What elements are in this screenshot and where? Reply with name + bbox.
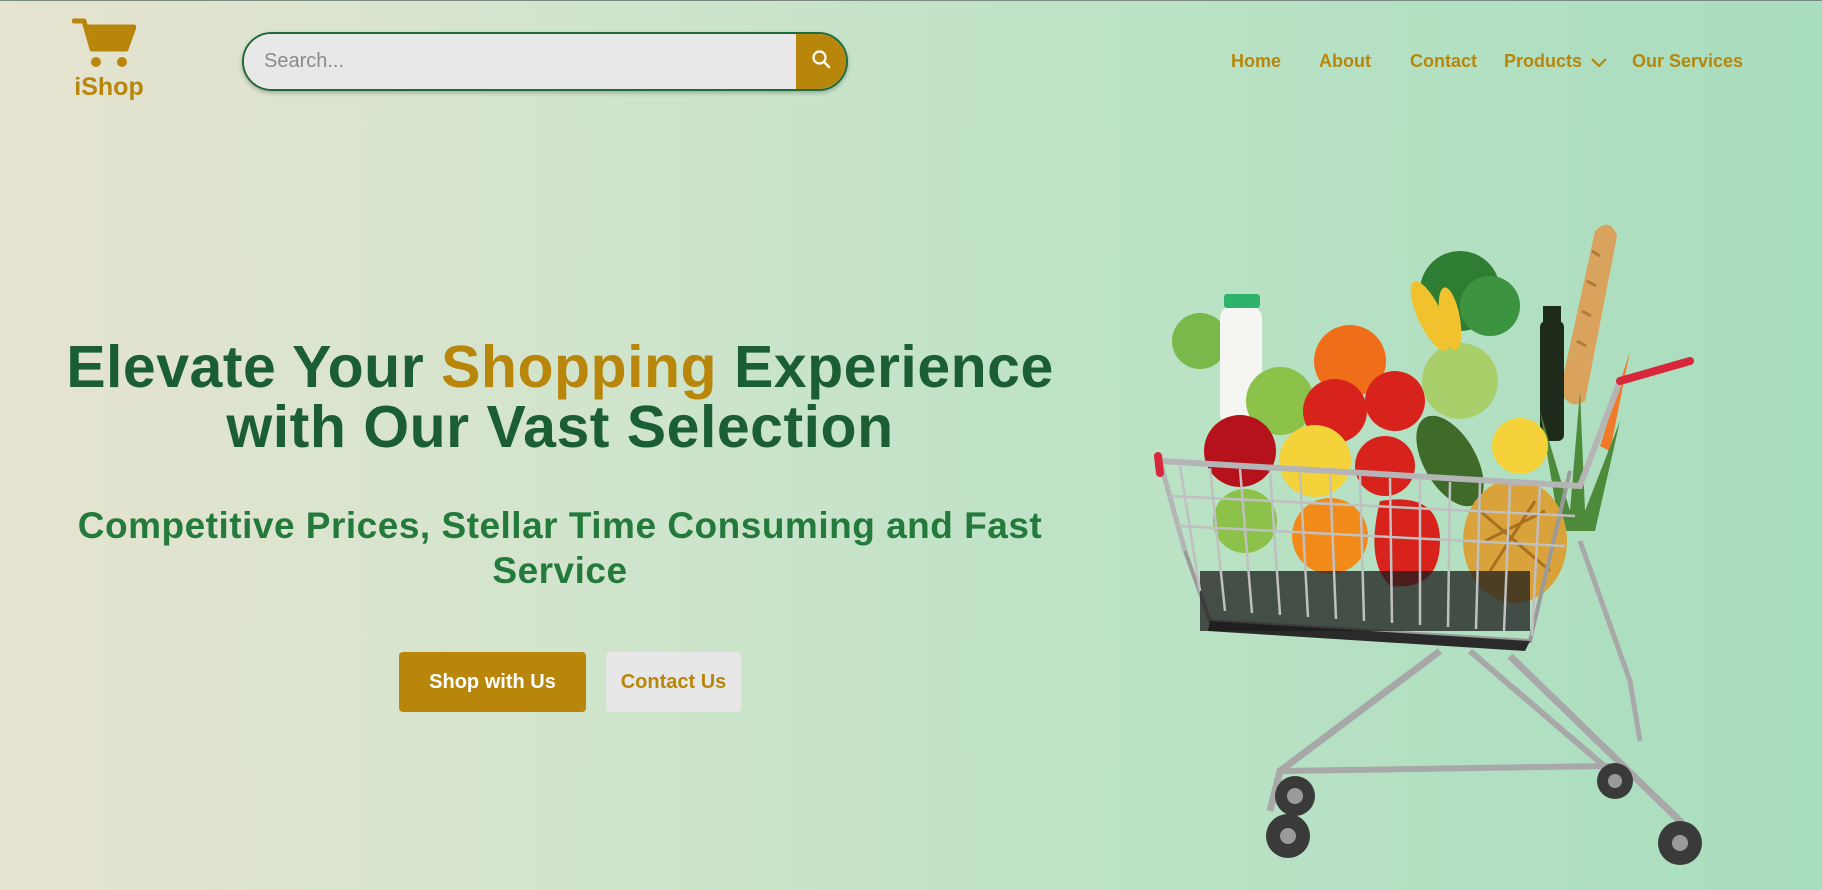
hero-title: Elevate Your Shopping Experience with Ou… bbox=[40, 337, 1080, 457]
search-icon bbox=[811, 49, 831, 74]
search-button[interactable] bbox=[796, 34, 846, 89]
nav-our-services[interactable]: Our Services bbox=[1632, 51, 1743, 72]
hero-title-part1: Elevate Your bbox=[66, 334, 442, 400]
hero-subtitle: Competitive Prices, Stellar Time Consumi… bbox=[77, 505, 1043, 591]
chevron-down-icon bbox=[1591, 52, 1607, 73]
search-input[interactable] bbox=[244, 34, 796, 89]
main-nav: Home About Contact Products Our Services bbox=[1220, 51, 1780, 75]
nav-products[interactable]: Products bbox=[1504, 51, 1607, 73]
search-bar bbox=[242, 32, 848, 91]
hero-title-line2: with Our Vast Selection bbox=[226, 394, 894, 460]
nav-products-label: Products bbox=[1504, 51, 1583, 71]
brand-name: iShop bbox=[74, 73, 144, 101]
nav-home[interactable]: Home bbox=[1231, 51, 1281, 72]
contact-us-button[interactable]: Contact Us bbox=[606, 652, 741, 712]
shopping-cart-icon bbox=[70, 15, 150, 71]
nav-contact[interactable]: Contact bbox=[1410, 51, 1477, 72]
hero-title-part2: Experience bbox=[717, 334, 1054, 400]
brand-logo[interactable]: iShop bbox=[70, 15, 150, 102]
nav-about[interactable]: About bbox=[1319, 51, 1371, 72]
shop-with-us-button[interactable]: Shop with Us bbox=[399, 652, 586, 712]
hero-title-accent: Shopping bbox=[441, 334, 718, 400]
grocery-cart-illustration bbox=[1140, 211, 1720, 881]
